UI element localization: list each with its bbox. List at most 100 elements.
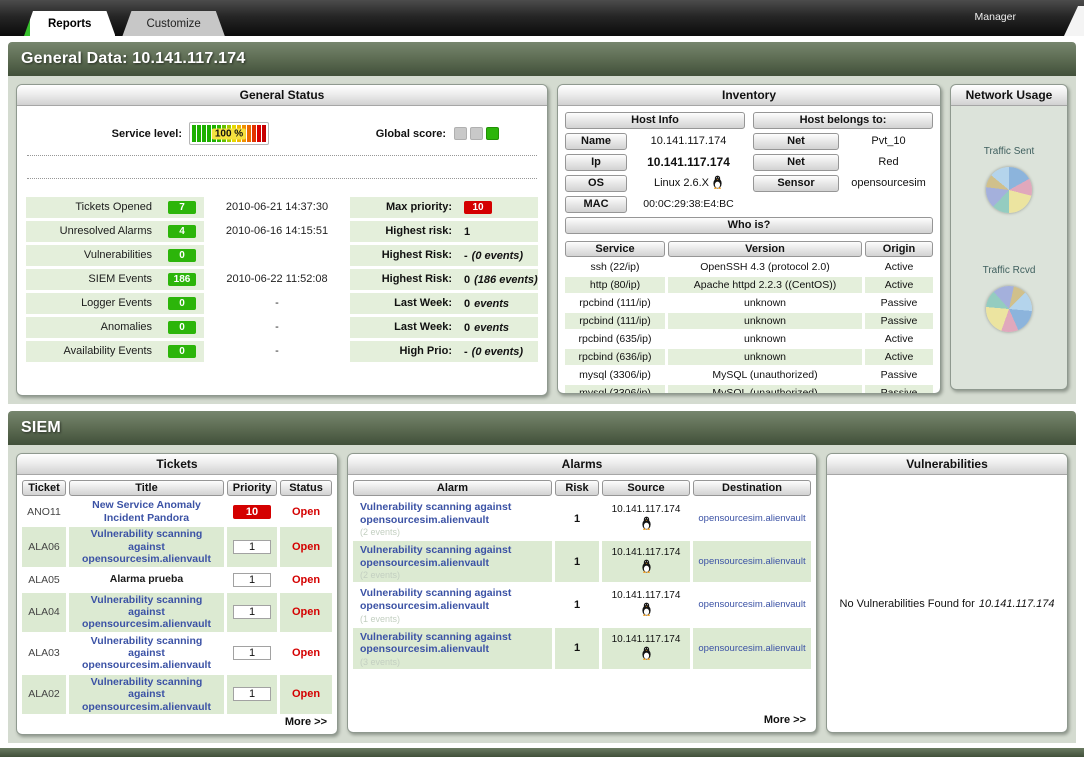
general-data-section: General Data: 10.141.117.174 General Sta… <box>8 42 1076 404</box>
alarm-link[interactable]: Vulnerability scanning against opensourc… <box>360 631 545 656</box>
host-belongs-header[interactable]: Host belongs to: <box>753 112 933 129</box>
metric-value-cell: -(0 events) <box>458 245 538 266</box>
net-button[interactable]: Net <box>753 154 839 171</box>
tab-reports[interactable]: Reports <box>24 11 115 36</box>
ticket-row: ALA03 Vulnerability scanning against ope… <box>22 634 332 673</box>
destination-column-header[interactable]: Destination <box>693 480 811 496</box>
alarms-table-header: Alarm Risk Source Destination <box>353 480 811 496</box>
name-button[interactable]: Name <box>565 133 627 150</box>
tickets-header: Tickets <box>17 454 337 475</box>
priority-badge: 10 <box>233 505 271 519</box>
ticket-title-link[interactable]: Vulnerability scanning against opensourc… <box>69 675 224 714</box>
ticket-status[interactable]: Open <box>280 569 332 591</box>
sensor-button[interactable]: Sensor <box>753 175 839 192</box>
metric-value: 0 <box>464 298 470 310</box>
alarm-link[interactable]: Vulnerability scanning against opensourc… <box>360 544 545 569</box>
alarm-link[interactable]: Vulnerability scanning against opensourc… <box>360 587 545 612</box>
tickets-panel: Tickets Ticket Title Priority Status ANO… <box>16 453 338 735</box>
status-date: - <box>204 341 350 362</box>
service-row: rpcbind (111/ip) unknown Passive <box>565 313 933 329</box>
source-column-header[interactable]: Source <box>602 480 690 496</box>
status-count-cell: 7 <box>160 197 204 218</box>
count-badge: 7 <box>168 201 196 214</box>
alarm-destination-link[interactable]: opensourcesim.alienvault <box>693 628 811 669</box>
ticket-title-link[interactable]: New Service Anomaly Incident Pandora <box>69 498 224 525</box>
service-version: unknown <box>668 349 862 365</box>
ticket-column-header[interactable]: Ticket <box>22 480 66 496</box>
service-row: rpcbind (636/ip) unknown Active <box>565 349 933 365</box>
version-column-header[interactable]: Version <box>668 241 862 257</box>
status-count-cell: 0 <box>160 245 204 266</box>
status-date: 2010-06-21 14:37:30 <box>204 197 350 218</box>
status-column-header[interactable]: Status <box>280 480 332 496</box>
ticket-title-link[interactable]: Vulnerability scanning against opensourc… <box>69 527 224 566</box>
ticket-title-link[interactable]: Vulnerability scanning against opensourc… <box>69 593 224 632</box>
siem-title: SIEM <box>8 411 1076 445</box>
host-info-header[interactable]: Host Info <box>565 112 745 129</box>
traffic-rcvd-label: Traffic Rcvd <box>983 265 1036 276</box>
linux-tux-icon <box>641 646 652 663</box>
no-vulnerabilities-host: 10.141.117.174 <box>979 598 1055 610</box>
ticket-status[interactable]: Open <box>280 675 332 714</box>
service-version: MySQL (unauthorized) <box>668 367 862 383</box>
net-row: Net Pvt_10 <box>753 132 933 150</box>
source-ip[interactable]: 10.141.117.174 <box>612 634 681 645</box>
ip-button[interactable]: Ip <box>565 154 627 171</box>
count-badge: 0 <box>168 345 196 358</box>
network-usage-header: Network Usage <box>951 85 1067 106</box>
service-version: unknown <box>668 331 862 347</box>
ticket-status[interactable]: Open <box>280 593 332 632</box>
origin-column-header[interactable]: Origin <box>865 241 933 257</box>
score-square-3 <box>486 127 499 140</box>
metric-value: 1 <box>464 226 470 238</box>
priority-box: 1 <box>233 646 271 660</box>
alarm-destination-link[interactable]: opensourcesim.alienvault <box>693 584 811 625</box>
host-belongs-column: Net Pvt_10 Net Red Sensor opensourcesim <box>753 132 933 213</box>
source-ip[interactable]: 10.141.117.174 <box>612 590 681 601</box>
ticket-status[interactable]: Open <box>280 634 332 673</box>
source-ip[interactable]: 10.141.117.174 <box>612 504 681 515</box>
alarm-event-count: (1 events) <box>360 614 545 624</box>
no-vulnerabilities-message: No Vulnerabilities Found for <box>840 598 975 610</box>
ticket-title-link[interactable]: Vulnerability scanning against opensourc… <box>69 634 224 673</box>
mac-button[interactable]: MAC <box>565 196 627 213</box>
risk-column-header[interactable]: Risk <box>555 480 599 496</box>
ticket-row: ALA04 Vulnerability scanning against ope… <box>22 593 332 632</box>
traffic-rcvd-pie-chart <box>984 284 1034 334</box>
whois-button[interactable]: Who is? <box>565 217 933 234</box>
inventory-body: Host Info Host belongs to: Name 10.141.1… <box>558 106 940 394</box>
alarm-column-header[interactable]: Alarm <box>353 480 552 496</box>
ticket-status[interactable]: Open <box>280 527 332 566</box>
os-button[interactable]: OS <box>565 175 627 192</box>
ticket-status[interactable]: Open <box>280 498 332 525</box>
status-row-anomalies: Anomalies 0 - Last Week: 0events <box>26 317 538 338</box>
topbar: Reports Customize Manager <box>0 0 1084 36</box>
alarm-destination-link[interactable]: opensourcesim.alienvault <box>693 498 811 539</box>
alarm-risk: 1 <box>555 628 599 669</box>
general-status-panel: General Status Service level: 100 % Glob… <box>16 84 548 396</box>
tickets-more-link[interactable]: More >> <box>285 716 327 728</box>
tab-customize[interactable]: Customize <box>122 11 224 36</box>
alarm-row: Vulnerability scanning against opensourc… <box>353 541 811 582</box>
metric-value: - <box>464 250 468 262</box>
priority-column-header[interactable]: Priority <box>227 480 277 496</box>
alarms-more-link[interactable]: More >> <box>764 714 806 726</box>
service-origin: Passive <box>865 367 933 383</box>
service-version: OpenSSH 4.3 (protocol 2.0) <box>668 259 862 275</box>
alarm-destination-link[interactable]: opensourcesim.alienvault <box>693 541 811 582</box>
alarm-link[interactable]: Vulnerability scanning against opensourc… <box>360 501 545 526</box>
status-rows: Tickets Opened 7 2010-06-21 14:37:30 Max… <box>26 197 538 365</box>
host-mac-value: 00:0C:29:38:E4:BC <box>632 198 745 210</box>
source-ip[interactable]: 10.141.117.174 <box>612 547 681 558</box>
service-column-header[interactable]: Service <box>565 241 665 257</box>
alarm-risk: 1 <box>555 498 599 539</box>
service-version: unknown <box>668 313 862 329</box>
title-column-header[interactable]: Title <box>69 480 224 496</box>
alarm-event-count: (2 events) <box>360 570 545 580</box>
ticket-title[interactable]: Alarma prueba <box>69 569 224 591</box>
net-button[interactable]: Net <box>753 133 839 150</box>
count-badge: 186 <box>168 273 196 286</box>
service-row: mysql (3306/ip) MySQL (unauthorized) Pas… <box>565 385 933 394</box>
general-status-header: General Status <box>17 85 547 106</box>
count-badge: 0 <box>168 297 196 310</box>
